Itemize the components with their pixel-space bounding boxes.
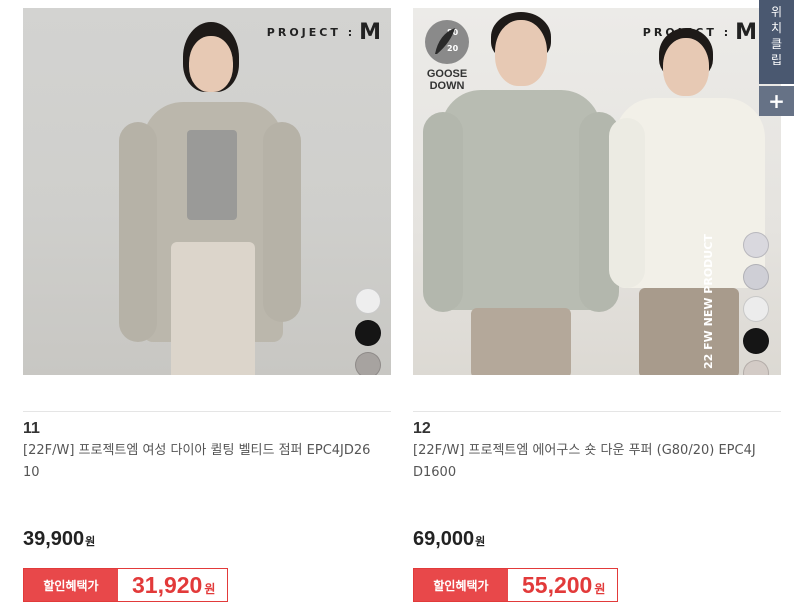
- color-swatch[interactable]: [743, 232, 769, 258]
- discount-price: 31,920 원: [132, 571, 216, 598]
- color-swatch[interactable]: [355, 320, 381, 346]
- product-card-11[interactable]: PROJECT :M 11 [22F/W] 프로젝트엠 여성 다이아 퀼팅 벨티…: [23, 8, 391, 484]
- product-price: 69,000원: [413, 528, 486, 550]
- quick-menu: 위 치 클 립 +: [759, 0, 794, 116]
- discount-price: 55,200 원: [522, 571, 606, 598]
- product-number: 12: [413, 420, 431, 437]
- new-product-label: 22 FW NEW PRODUCT: [702, 234, 715, 369]
- product-price: 39,900원: [23, 528, 96, 550]
- color-swatch[interactable]: [743, 296, 769, 322]
- color-swatches: [743, 232, 769, 375]
- color-swatches: [355, 288, 381, 375]
- divider: [413, 411, 781, 412]
- product-number: 11: [23, 420, 40, 437]
- discount-price-box: 할인혜택가 55,200 원: [413, 568, 619, 602]
- add-icon[interactable]: +: [759, 86, 794, 116]
- discount-price-box: 할인혜택가 31,920 원: [23, 568, 229, 602]
- model-figure: [113, 22, 343, 375]
- color-swatch[interactable]: [743, 360, 769, 375]
- color-swatch[interactable]: [355, 288, 381, 314]
- color-swatch[interactable]: [355, 352, 381, 375]
- model-figure: [423, 12, 619, 375]
- color-swatch[interactable]: [743, 264, 769, 290]
- discount-label: 할인혜택가: [24, 569, 118, 601]
- product-name[interactable]: [22F/W] 프로젝트엠 여성 다이아 퀼팅 벨티드 점퍼 EPC4JD261…: [23, 440, 373, 484]
- discount-label: 할인혜택가: [414, 569, 508, 601]
- divider: [23, 411, 391, 412]
- product-image[interactable]: PROJECT :M: [23, 8, 391, 375]
- product-card-12[interactable]: PROJECT :M 80 20 GOOSE DOWN: [413, 8, 781, 484]
- product-image[interactable]: PROJECT :M 80 20 GOOSE DOWN: [413, 8, 781, 375]
- color-swatch[interactable]: [743, 328, 769, 354]
- product-name[interactable]: [22F/W] 프로젝트엠 에어구스 숏 다운 푸퍼 (G80/20) EPC4…: [413, 440, 763, 484]
- location-clip-button[interactable]: 위 치 클 립: [759, 0, 794, 84]
